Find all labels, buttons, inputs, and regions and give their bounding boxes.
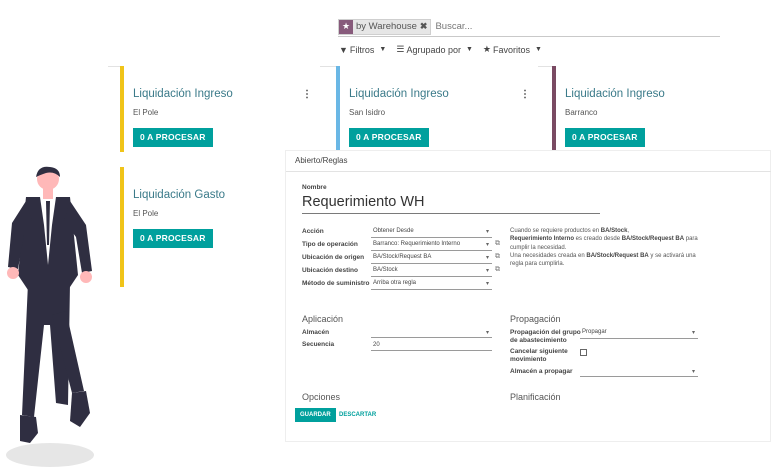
- cancel-next-move-checkbox[interactable]: [580, 349, 587, 356]
- process-button[interactable]: 0 A PROCESAR: [565, 128, 645, 147]
- discard-button[interactable]: DESCARTAR: [339, 408, 376, 422]
- card-subtitle: Barranco: [565, 108, 598, 117]
- section-opciones: Opciones: [302, 392, 341, 402]
- name-label: Nombre: [302, 184, 327, 191]
- field-label: Almacén a propagar: [510, 368, 573, 375]
- section-planificacion: Planificación: [510, 392, 561, 402]
- field-underline: [371, 289, 492, 290]
- card-title[interactable]: Liquidación Ingreso: [133, 88, 233, 100]
- funnel-icon: ▼: [339, 44, 348, 55]
- groupby-dropdown[interactable]: ☰ Agrupado por ▼: [396, 44, 473, 55]
- field-label: Cancelar siguiente: [510, 348, 568, 355]
- facet-label: by Warehouse: [356, 21, 417, 32]
- kebab-menu-icon[interactable]: ⋮: [302, 89, 312, 100]
- rule-help-text: Cuando se requiere productos en BA/Stock…: [510, 228, 698, 268]
- star-icon: ★: [482, 44, 491, 54]
- caret-down-icon: ▼: [465, 46, 473, 53]
- favorites-label: Favoritos: [493, 44, 531, 55]
- search-options: ▼ Filtros ▼ ☰ Agrupado por ▼ ★ Favoritos…: [339, 44, 542, 55]
- supply-method-select[interactable]: Arriba otra regla: [373, 280, 416, 286]
- favorites-dropdown[interactable]: ★ Favoritos ▼: [483, 44, 542, 55]
- divider: [286, 171, 771, 172]
- caret-down-icon: ▼: [535, 46, 542, 53]
- field-underline: [580, 338, 698, 339]
- left-hand: [7, 267, 19, 279]
- caret-down-icon: ▾: [486, 255, 490, 261]
- facet-close-icon[interactable]: ✖: [420, 21, 428, 32]
- caret-down-icon: ▾: [486, 281, 490, 287]
- external-link-icon[interactable]: ⧉: [495, 240, 500, 248]
- field-label: de abastecimiento: [510, 337, 567, 344]
- floor-shadow: [6, 443, 94, 467]
- right-shoe: [70, 391, 90, 427]
- caret-down-icon: ▾: [486, 229, 490, 235]
- caret-down-icon: ▼: [379, 46, 387, 53]
- filter-facet-icon: ★: [339, 19, 353, 34]
- kebab-menu-icon[interactable]: ⋮: [520, 89, 530, 100]
- card-subtitle: San Isidro: [349, 108, 386, 117]
- filters-dropdown[interactable]: ▼ Filtros ▼: [339, 44, 386, 55]
- kanban-card[interactable]: Liquidación Ingreso Barranco 0 A PROCESA…: [552, 66, 720, 152]
- search-input[interactable]: [435, 21, 636, 32]
- propagate-warehouse-select[interactable]: [580, 376, 698, 377]
- operation-type-select[interactable]: Barranco: Requerimiento Interno: [373, 241, 460, 247]
- propagate-group-select[interactable]: Propagar: [582, 329, 607, 335]
- external-link-icon[interactable]: ⧉: [495, 266, 500, 274]
- field-label: Ubicación de origen: [302, 254, 365, 261]
- caret-down-icon: ▾: [486, 268, 490, 274]
- search-bar[interactable]: ★ by Warehouse ✖: [338, 17, 720, 37]
- field-label: Método de suministro: [302, 280, 370, 287]
- right-hand: [80, 271, 92, 283]
- card-title[interactable]: Liquidación Ingreso: [565, 88, 665, 100]
- save-button[interactable]: GUARDAR: [295, 408, 336, 422]
- field-label: Secuencia: [302, 341, 335, 348]
- caret-down-icon: ▾: [486, 242, 490, 248]
- sequence-input[interactable]: 20: [373, 342, 380, 348]
- search-facet[interactable]: ★ by Warehouse ✖: [338, 18, 432, 35]
- section-propagacion: Propagación: [510, 314, 561, 324]
- section-aplicacion: Aplicación: [302, 314, 344, 324]
- warehouse-select[interactable]: [371, 337, 492, 338]
- process-button[interactable]: 0 A PROCESAR: [133, 229, 213, 248]
- field-underline: [371, 276, 492, 277]
- field-label: Acción: [302, 228, 324, 235]
- action-select[interactable]: Obtener Desde: [373, 228, 414, 234]
- groupby-label: Agrupado por: [406, 44, 461, 55]
- field-underline: [371, 237, 492, 238]
- name-field[interactable]: Requerimiento WH: [302, 194, 425, 210]
- name-underline: [302, 213, 600, 214]
- destination-location-select[interactable]: BA/Stock: [373, 267, 398, 273]
- card-title[interactable]: Liquidación Gasto: [133, 189, 225, 201]
- process-button[interactable]: 0 A PROCESAR: [349, 128, 429, 147]
- field-label: Tipo de operación: [302, 241, 358, 248]
- source-location-select[interactable]: BA/Stock/Request BA: [373, 254, 431, 260]
- breadcrumb[interactable]: Abierto/Reglas: [295, 156, 347, 165]
- kanban-card[interactable]: Liquidación Ingreso El Pole 0 A PROCESAR…: [120, 66, 320, 152]
- caret-down-icon: ▾: [692, 369, 696, 375]
- card-subtitle: El Pole: [133, 108, 159, 117]
- field-underline: [371, 350, 492, 351]
- card-title[interactable]: Liquidación Ingreso: [349, 88, 449, 100]
- kanban-card[interactable]: Liquidación Ingreso San Isidro 0 A PROCE…: [336, 66, 538, 152]
- caret-down-icon: ▾: [692, 330, 696, 336]
- filters-label: Filtros: [349, 44, 375, 55]
- list-icon: ☰: [396, 44, 405, 54]
- field-label: Almacén: [302, 329, 330, 336]
- stage: ★ by Warehouse ✖ ▼ Filtros ▼ ☰ Agrupado …: [0, 0, 771, 469]
- field-label: Ubicación destino: [302, 267, 358, 274]
- caret-down-icon: ▾: [486, 330, 490, 336]
- external-link-icon[interactable]: ⧉: [495, 253, 500, 261]
- person-illustration: [6, 166, 94, 467]
- left-shoe: [20, 415, 38, 443]
- process-button[interactable]: 0 A PROCESAR: [133, 128, 213, 147]
- rule-form: Abierto/Reglas Nombre Requerimiento WH A…: [285, 150, 771, 442]
- card-subtitle: El Pole: [133, 209, 159, 218]
- field-label: movimiento: [510, 356, 547, 363]
- field-underline: [371, 250, 492, 251]
- field-label: Propagación del grupo: [510, 329, 581, 336]
- field-underline: [371, 263, 492, 264]
